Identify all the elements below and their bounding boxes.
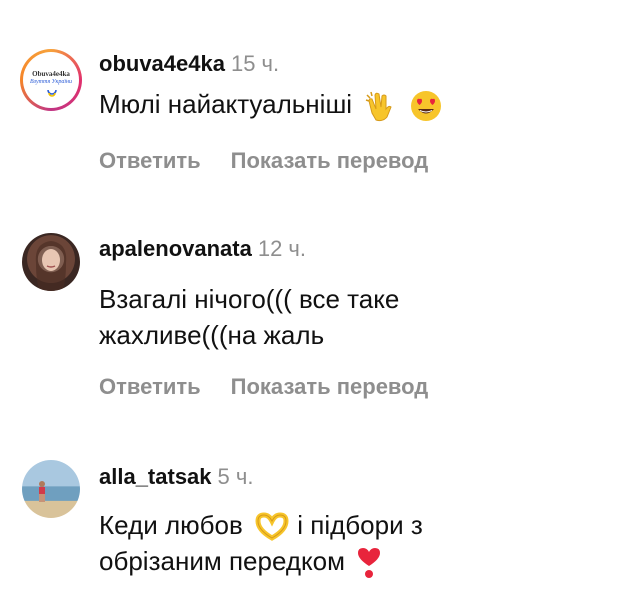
comment-text-segment: обрізаним передком (99, 546, 346, 576)
show-translation-button[interactable]: Показать перевод (231, 374, 429, 400)
timestamp: 15 ч. (230, 51, 280, 76)
avatar-story-ring[interactable]: Obuva4e4ka Взуття України (20, 49, 82, 111)
comment-header: obuva4e4ka 15 ч. (99, 51, 279, 77)
heart-exclamation-icon (358, 548, 381, 579)
comment-text-line: Кеди любов і підбори з (99, 507, 423, 543)
comment-header: alla_tatsak 5 ч. (99, 464, 253, 490)
avatar-logo-subtitle: Взуття України (30, 79, 72, 85)
comment-actions: Ответить Показать перевод (99, 148, 428, 174)
show-translation-button[interactable]: Показать перевод (231, 148, 429, 174)
comment-actions: Ответить Показать перевод (99, 374, 428, 400)
comment-header: apalenovanata 12 ч. (99, 236, 306, 262)
comment-text-line: Взагалі нічого((( все таке (99, 284, 400, 314)
comment-text-segment: Кеди любов (99, 510, 243, 540)
comment-text: Кеди любов і підбори з обрізаним передко… (99, 507, 423, 580)
username-link[interactable]: obuva4e4ka (99, 51, 225, 76)
logo-mark-icon (47, 89, 57, 97)
timestamp: 5 ч. (217, 464, 254, 489)
avatar: Obuva4e4ka Взуття України (23, 52, 79, 108)
username-link[interactable]: alla_tatsak (99, 464, 212, 489)
timestamp: 12 ч. (257, 236, 307, 261)
heart-eyes-icon (410, 91, 441, 122)
comment-text: Мюлі найактуальніші (99, 86, 443, 123)
avatar-photo-icon (39, 481, 45, 502)
comment-text-segment: і підбори з (297, 510, 423, 540)
reply-button[interactable]: Ответить (99, 374, 201, 400)
heart-hands-icon (255, 512, 289, 542)
username-link[interactable]: apalenovanata (99, 236, 252, 261)
clapping-hands-icon (366, 91, 392, 122)
comment-text-line: жахливе(((на жаль (99, 320, 325, 350)
comment-text-line: обрізаним передком (99, 543, 423, 580)
avatar[interactable] (22, 233, 80, 291)
avatar-photo-icon (35, 241, 67, 291)
comment-text-line: Мюлі найактуальніші (99, 89, 353, 119)
avatar-logo-title: Obuva4e4ka (32, 70, 70, 78)
avatar[interactable] (22, 460, 80, 518)
comment-text: Взагалі нічого((( все таке жахливе(((на … (99, 281, 399, 353)
reply-button[interactable]: Ответить (99, 148, 201, 174)
